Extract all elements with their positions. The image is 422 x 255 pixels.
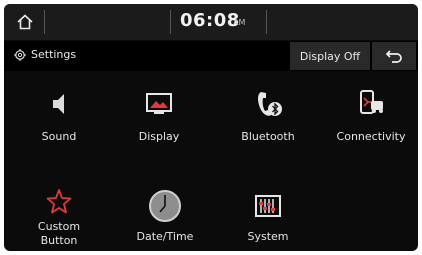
- divider: [170, 10, 171, 34]
- menu-item-connectivity[interactable]: Connectivity: [321, 82, 418, 144]
- menu-item-date-time[interactable]: Date/Time: [115, 186, 215, 244]
- menu-item-label: Custom Button: [37, 220, 81, 247]
- menu-item-display[interactable]: Display: [109, 82, 209, 144]
- gear-icon: [14, 48, 26, 61]
- menu-item-label: Sound: [41, 130, 77, 143]
- connectivity-icon: [360, 90, 383, 114]
- divider: [266, 10, 267, 34]
- clock-time: 06:08: [180, 10, 240, 31]
- infotainment-screen: 06:08 AM Settings Display Off Sound Disp…: [4, 4, 418, 251]
- back-arrow-icon: [385, 50, 402, 63]
- page-title: Settings: [14, 48, 76, 61]
- bluetooth-phone-icon: [258, 92, 282, 116]
- equalizer-icon: [255, 195, 281, 217]
- page-title-text: Settings: [31, 48, 77, 61]
- menu-item-label: System: [247, 230, 289, 243]
- menu-item-label: Display: [138, 130, 180, 143]
- back-button[interactable]: [372, 42, 416, 70]
- menu-item-sound[interactable]: Sound: [9, 82, 109, 144]
- clock-icon: [149, 190, 181, 222]
- menu-item-label: Bluetooth: [241, 130, 295, 143]
- menu-item-label: Date/Time: [136, 230, 194, 243]
- speaker-icon: [53, 94, 64, 114]
- display-icon: [146, 93, 172, 114]
- display-off-button[interactable]: Display Off: [290, 42, 370, 70]
- divider: [44, 10, 45, 34]
- star-icon: [46, 189, 72, 214]
- home-icon: [17, 14, 33, 30]
- settings-header: Settings Display Off: [4, 41, 418, 71]
- home-button[interactable]: [8, 7, 42, 37]
- menu-item-bluetooth[interactable]: Bluetooth: [218, 82, 318, 144]
- menu-item-custom-button[interactable]: Custom Button: [9, 184, 109, 248]
- menu-item-system[interactable]: System: [218, 186, 318, 244]
- clock-ampm: AM: [233, 18, 246, 27]
- status-bar: 06:08 AM: [4, 4, 418, 40]
- menu-item-label: Connectivity: [336, 130, 406, 143]
